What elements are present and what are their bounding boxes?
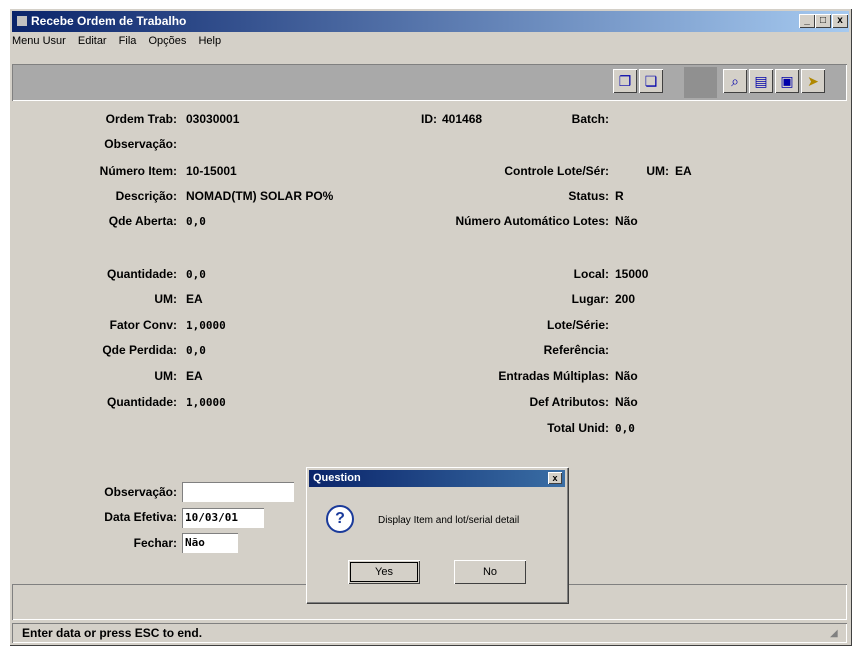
qde-aberta-label: Qde Aberta: [108,214,177,228]
batch-label: Batch: [571,112,609,126]
descricao-label: Descrição: [115,189,177,203]
maximize-button[interactable]: □ [815,14,831,28]
resize-grip-icon[interactable]: ◢ [830,628,842,640]
exit-icon[interactable]: ➤ [801,69,825,93]
controle-lote-label: Controle Lote/Sér: [504,164,609,178]
um-top-value: EA [675,164,692,178]
question-icon: ? [326,505,354,533]
id-value: 401468 [442,112,483,126]
numero-item-value: 10-15001 [186,164,237,178]
dialog-title-bar[interactable]: Question x [309,470,565,487]
numero-item-label: Número Item: [99,164,177,178]
fechar-label: Fechar: [133,536,177,550]
quantidade2-label: Quantidade: [106,395,177,409]
um-top-label: UM: [646,164,669,178]
def-atributos-value: Não [615,395,638,409]
quantidade2-value: 1,0000 [186,396,226,409]
fechar-input[interactable]: Não [182,533,238,553]
status-label: Status: [568,189,609,203]
menu-opcoes[interactable]: Opções [148,35,186,47]
um1-label: UM: [154,292,177,306]
data-efetiva-label: Data Efetiva: [104,510,177,524]
um2-label: UM: [154,369,177,383]
menu-editar[interactable]: Editar [78,35,107,47]
minimize-button[interactable]: _ [799,14,815,28]
fator-conv-label: Fator Conv: [109,318,177,332]
status-bar: Enter data or press ESC to end. ◢ [12,623,847,643]
qde-perdida-label: Qde Perdida: [102,343,177,357]
ordem-trab-value: 03030001 [186,112,240,126]
observacao-input[interactable] [182,482,294,502]
um1-value: EA [186,292,203,306]
data-efetiva-input[interactable]: 10/03/01 [182,508,264,528]
menu-usur[interactable]: Menu Usur [12,35,66,47]
quantidade-label: Quantidade: [106,267,177,281]
um2-value: EA [186,369,203,383]
title-bar[interactable]: Recebe Ordem de Trabalho _ □ x [12,11,849,32]
local-value: 15000 [615,267,649,281]
toolbar: ❐ ❏ ⌕ ▤ ▣ ➤ [12,64,847,101]
obs-input-label: Observação: [104,485,177,499]
status-text: Enter data or press ESC to end. [22,626,203,640]
referencia-label: Referência: [543,343,609,357]
dialog-message: Display Item and lot/serial detail [378,515,520,526]
export-icon[interactable]: ▣ [775,69,799,93]
menu-fila[interactable]: Fila [119,35,137,47]
yes-button[interactable]: Yes [348,560,420,584]
entradas-label: Entradas Múltiplas: [498,369,609,383]
quantidade-value: 0,0 [186,268,206,281]
find-icon[interactable]: ⌕ [723,69,747,93]
paste-icon[interactable]: ❏ [639,69,663,93]
entradas-value: Não [615,369,638,383]
num-auto-lotes-value: Não [615,214,638,228]
no-button[interactable]: No [454,560,526,584]
question-dialog: Question x ? Display Item and lot/serial… [306,467,568,603]
status-value: R [615,189,624,203]
menu-bar: Menu Usur Editar Fila Opções Help [12,35,230,53]
def-atributos-label: Def Atributos: [529,395,609,409]
copy-icon[interactable]: ❐ [613,69,637,93]
qde-perdida-value: 0,0 [186,344,206,357]
total-unid-value: 0,0 [615,422,635,435]
dialog-close-button[interactable]: x [548,472,562,484]
num-auto-lotes-label: Número Automático Lotes: [455,214,609,228]
id-label: ID: [421,112,437,126]
observacao-label: Observação: [104,137,177,151]
next-icon[interactable]: ▤ [749,69,773,93]
ordem-trab-label: Ordem Trab: [105,112,177,126]
fator-conv-value: 1,0000 [186,319,226,332]
menu-help[interactable]: Help [198,35,221,47]
total-unid-label: Total Unid: [547,421,609,435]
window-title: Recebe Ordem de Trabalho [31,14,187,28]
lote-serie-label: Lote/Série: [546,318,609,332]
local-label: Local: [573,267,609,281]
descricao-value: NOMAD(TM) SOLAR PO% [186,189,334,203]
dialog-title: Question [313,472,361,484]
qde-aberta-value: 0,0 [186,215,206,228]
lugar-label: Lugar: [571,292,609,306]
close-button[interactable]: x [832,14,848,28]
app-icon [17,16,27,26]
toolbar-separator [684,67,717,98]
lugar-value: 200 [615,292,636,306]
